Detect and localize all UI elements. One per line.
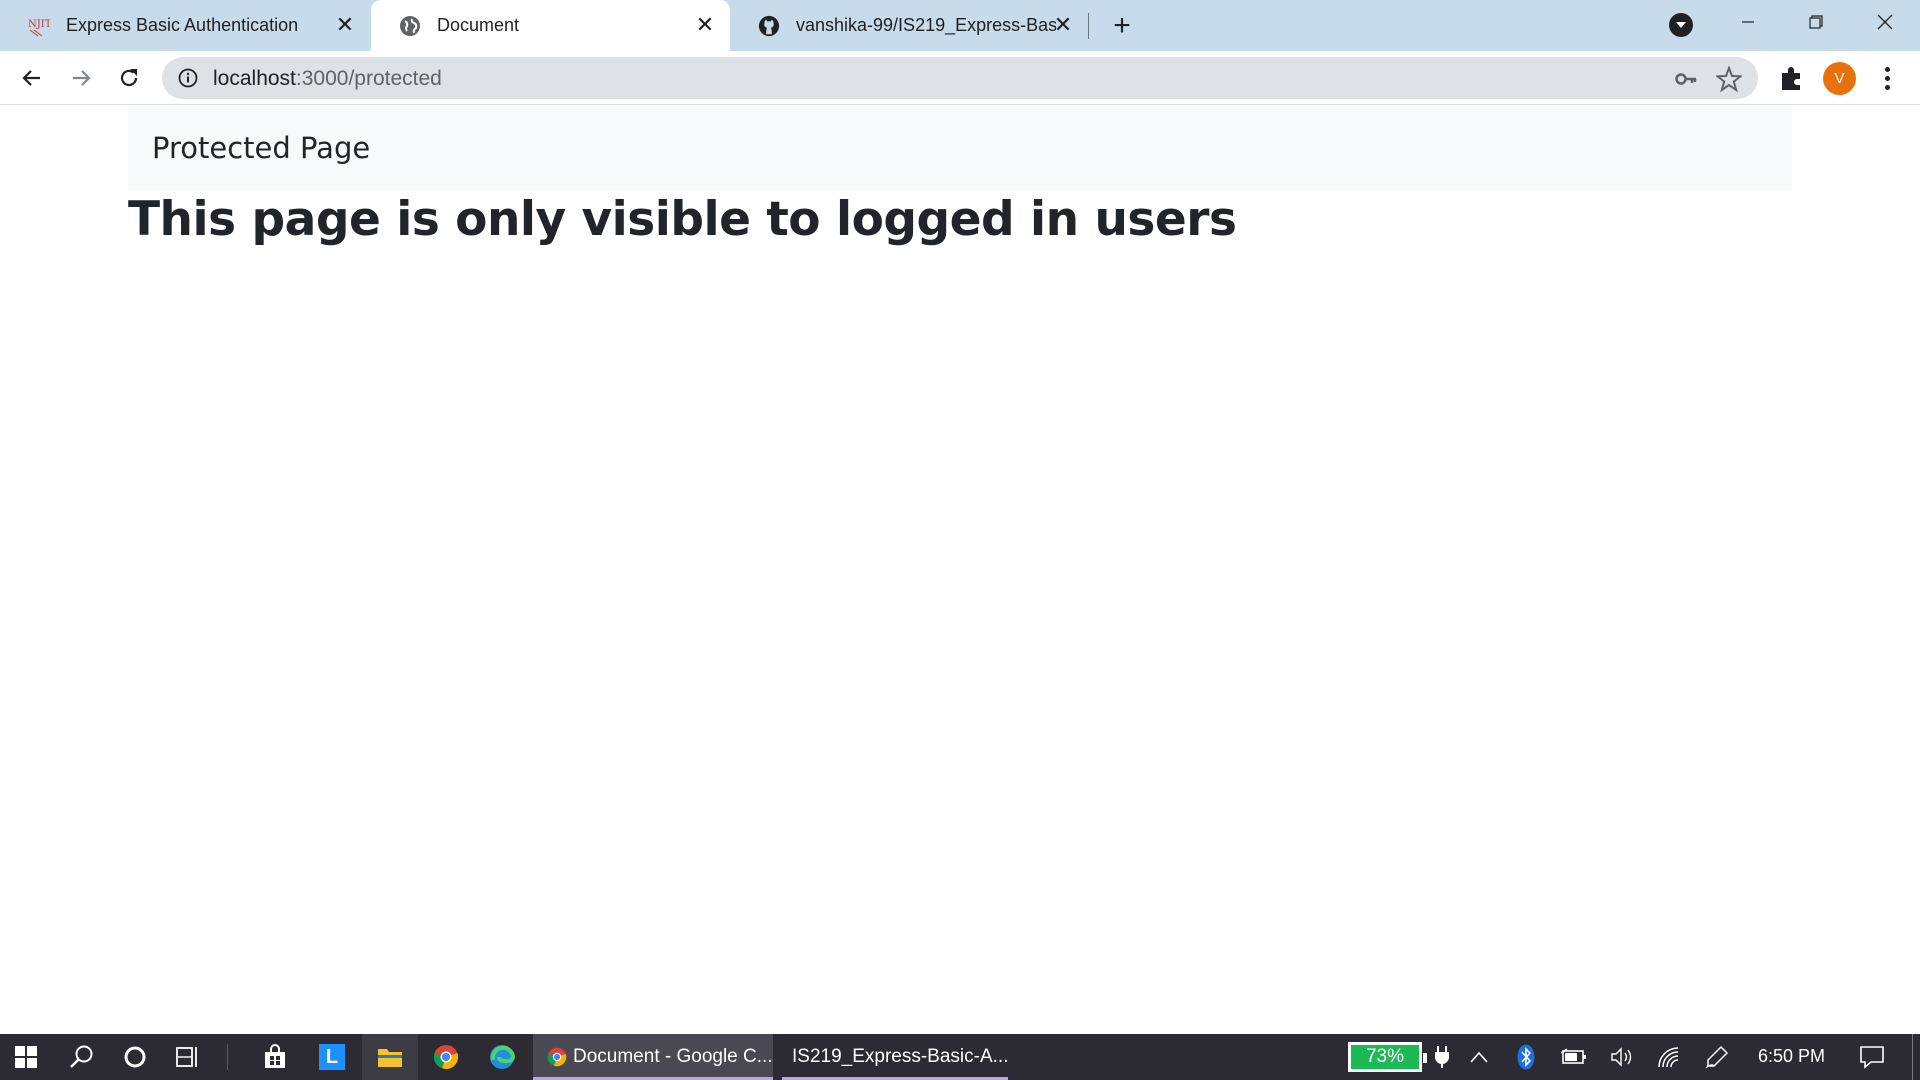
browser-toolbar: localhost:3000/protected V [0,51,1920,105]
chrome-icon [433,1045,459,1070]
start-button[interactable] [10,1034,42,1080]
new-tab-button[interactable]: + [1106,10,1138,42]
address-bar[interactable]: localhost:3000/protected [162,57,1758,99]
navbar-brand[interactable]: Protected Page [152,131,370,165]
speaker-icon [1611,1047,1632,1067]
pen-workspace-button[interactable] [1704,1034,1730,1080]
tab-search-button[interactable] [1669,13,1693,37]
tab-github-repo[interactable]: vanshika-99/IS219_Express-Basic ✕ [730,0,1088,51]
taskbar-app-webstorm[interactable]: WS IS219_Express-Basic-A... [782,1034,1008,1080]
battery-status-button[interactable] [1560,1034,1588,1080]
tab-title: Document [437,15,520,35]
edge-pinned-button[interactable] [484,1034,520,1080]
back-button[interactable] [16,62,48,94]
volume-button[interactable] [1609,1034,1635,1080]
extensions-puzzle-icon[interactable] [1778,64,1806,92]
search-icon [70,1045,93,1068]
pinned-l-app-button[interactable]: L [314,1034,350,1080]
show-desktop-divider[interactable] [1912,1034,1913,1080]
page-heading: This page is only visible to logged in u… [128,192,1237,247]
chevron-up-icon [1470,1051,1488,1063]
battery-indicator[interactable]: 73% [1348,1042,1427,1072]
taskbar-app-chrome[interactable]: Document - Google C... [533,1034,773,1080]
task-view-button[interactable] [172,1034,204,1080]
network-button[interactable] [1656,1034,1682,1080]
edge-icon [490,1045,515,1069]
url-text[interactable]: localhost:3000/protected [213,67,442,91]
bookmark-star-icon[interactable] [1716,66,1742,92]
close-icon [1877,14,1893,30]
cortana-button[interactable] [119,1034,151,1080]
tab-title: Express Basic Authentication [66,15,299,35]
bluetooth-button[interactable] [1515,1034,1537,1080]
close-window-button[interactable] [1857,0,1913,44]
wifi-icon [1658,1047,1679,1068]
notification-icon [1860,1046,1884,1069]
chevron-down-icon [1676,22,1686,28]
task-view-icon [176,1047,197,1067]
site-navbar: Protected Page [128,106,1792,190]
tab-title: vanshika-99/IS219_Express-Basic [796,15,1056,35]
search-button[interactable] [66,1034,98,1080]
tab-strip: NJIT Express Basic Authentication ✕ Docu… [0,0,1920,51]
taskbar-divider [227,1044,228,1070]
close-tab-icon[interactable]: ✕ [694,14,716,36]
arrow-right-icon [73,70,91,86]
show-hidden-icons-button[interactable] [1468,1034,1490,1080]
battery-icon [1561,1048,1586,1064]
url-host: localhost [213,67,296,90]
minimize-icon [1742,21,1754,23]
tab-divider [1088,13,1089,39]
chrome-pinned-button[interactable] [428,1034,464,1080]
close-tab-icon[interactable]: ✕ [1052,14,1074,36]
pen-icon [1705,1045,1729,1069]
l-app-icon: L [319,1044,345,1070]
svg-text:NJIT: NJIT [28,19,50,30]
cortana-circle-icon [124,1046,146,1068]
folder-icon [378,1049,402,1067]
action-center-button[interactable] [1857,1034,1887,1080]
store-bag-icon [265,1044,285,1068]
windows-taskbar: L Document - Google C... WS IS219_Expres… [0,1034,1920,1080]
bluetooth-icon [1517,1044,1535,1070]
windows-logo-icon [15,1046,37,1068]
restore-icon [1809,15,1823,29]
minimize-button[interactable] [1720,0,1776,44]
more-menu-icon[interactable] [1875,63,1899,93]
page-content: Protected Page This page is only visible… [0,106,1920,1034]
reload-button[interactable] [113,62,145,94]
tab-document[interactable]: Document ✕ [371,0,730,51]
github-icon [758,15,780,37]
tab-express-basic-authentication[interactable]: NJIT Express Basic Authentication ✕ [0,0,370,51]
chrome-icon [547,1047,567,1067]
taskbar-app-label: IS219_Express-Basic-A... [792,1046,1009,1067]
profile-avatar[interactable]: V [1823,62,1856,95]
key-icon[interactable] [1674,67,1698,91]
globe-icon [399,15,421,37]
store-button[interactable] [257,1034,293,1080]
forward-button[interactable] [65,62,97,94]
info-icon[interactable] [178,68,198,88]
taskbar-app-label: Document - Google C... [573,1046,773,1067]
taskbar-clock[interactable]: 6:50 PM [1758,1046,1825,1067]
arrow-left-icon [22,70,40,86]
reload-icon [120,69,138,87]
close-tab-icon[interactable]: ✕ [334,14,356,36]
file-explorer-button[interactable] [362,1034,418,1080]
restore-button[interactable] [1788,0,1844,44]
power-plug-icon [1432,1034,1452,1080]
njit-logo-icon: NJIT [28,15,50,37]
url-path: :3000/protected [295,67,442,90]
